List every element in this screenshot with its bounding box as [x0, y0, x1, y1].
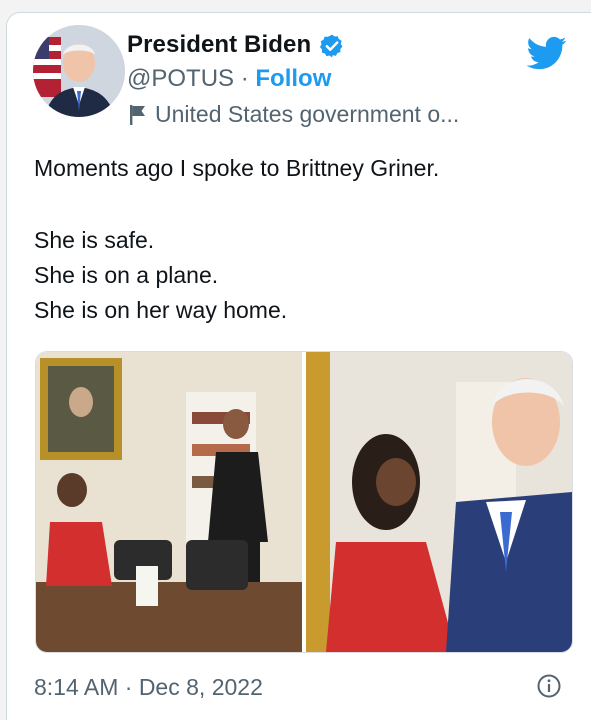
- author-name[interactable]: President Biden: [127, 31, 311, 59]
- account-label[interactable]: United States government o...: [129, 101, 459, 128]
- tweet-line-4: She is on her way home.: [34, 297, 288, 323]
- follow-button[interactable]: Follow: [255, 65, 331, 92]
- info-icon[interactable]: [537, 674, 561, 698]
- biden-griner-embrace-image: [306, 352, 572, 652]
- separator: ·: [234, 65, 256, 92]
- media-gallery[interactable]: [35, 351, 573, 653]
- photo-right[interactable]: [306, 352, 572, 652]
- tweet-card: President Biden @POTUS · Follow United S…: [6, 12, 591, 720]
- account-label-text: United States government o...: [155, 101, 460, 127]
- oval-office-meeting-image: [36, 352, 302, 652]
- tweet-timestamp[interactable]: 8:14 AM · Dec 8, 2022: [34, 674, 263, 701]
- verified-badge-icon: [319, 34, 343, 58]
- handle-row: @POTUS · Follow: [127, 65, 331, 93]
- tweet-line-2: She is safe.: [34, 227, 155, 253]
- photo-left[interactable]: [36, 352, 302, 652]
- avatar-image: [33, 25, 125, 117]
- avatar[interactable]: [33, 25, 125, 117]
- author-handle[interactable]: @POTUS: [127, 65, 234, 92]
- tweet-line-3: She is on a plane.: [34, 262, 219, 288]
- tweet-line-1: Moments ago I spoke to Brittney Griner.: [34, 155, 440, 181]
- twitter-bird-icon[interactable]: [525, 33, 569, 73]
- government-flag-icon: [130, 104, 145, 125]
